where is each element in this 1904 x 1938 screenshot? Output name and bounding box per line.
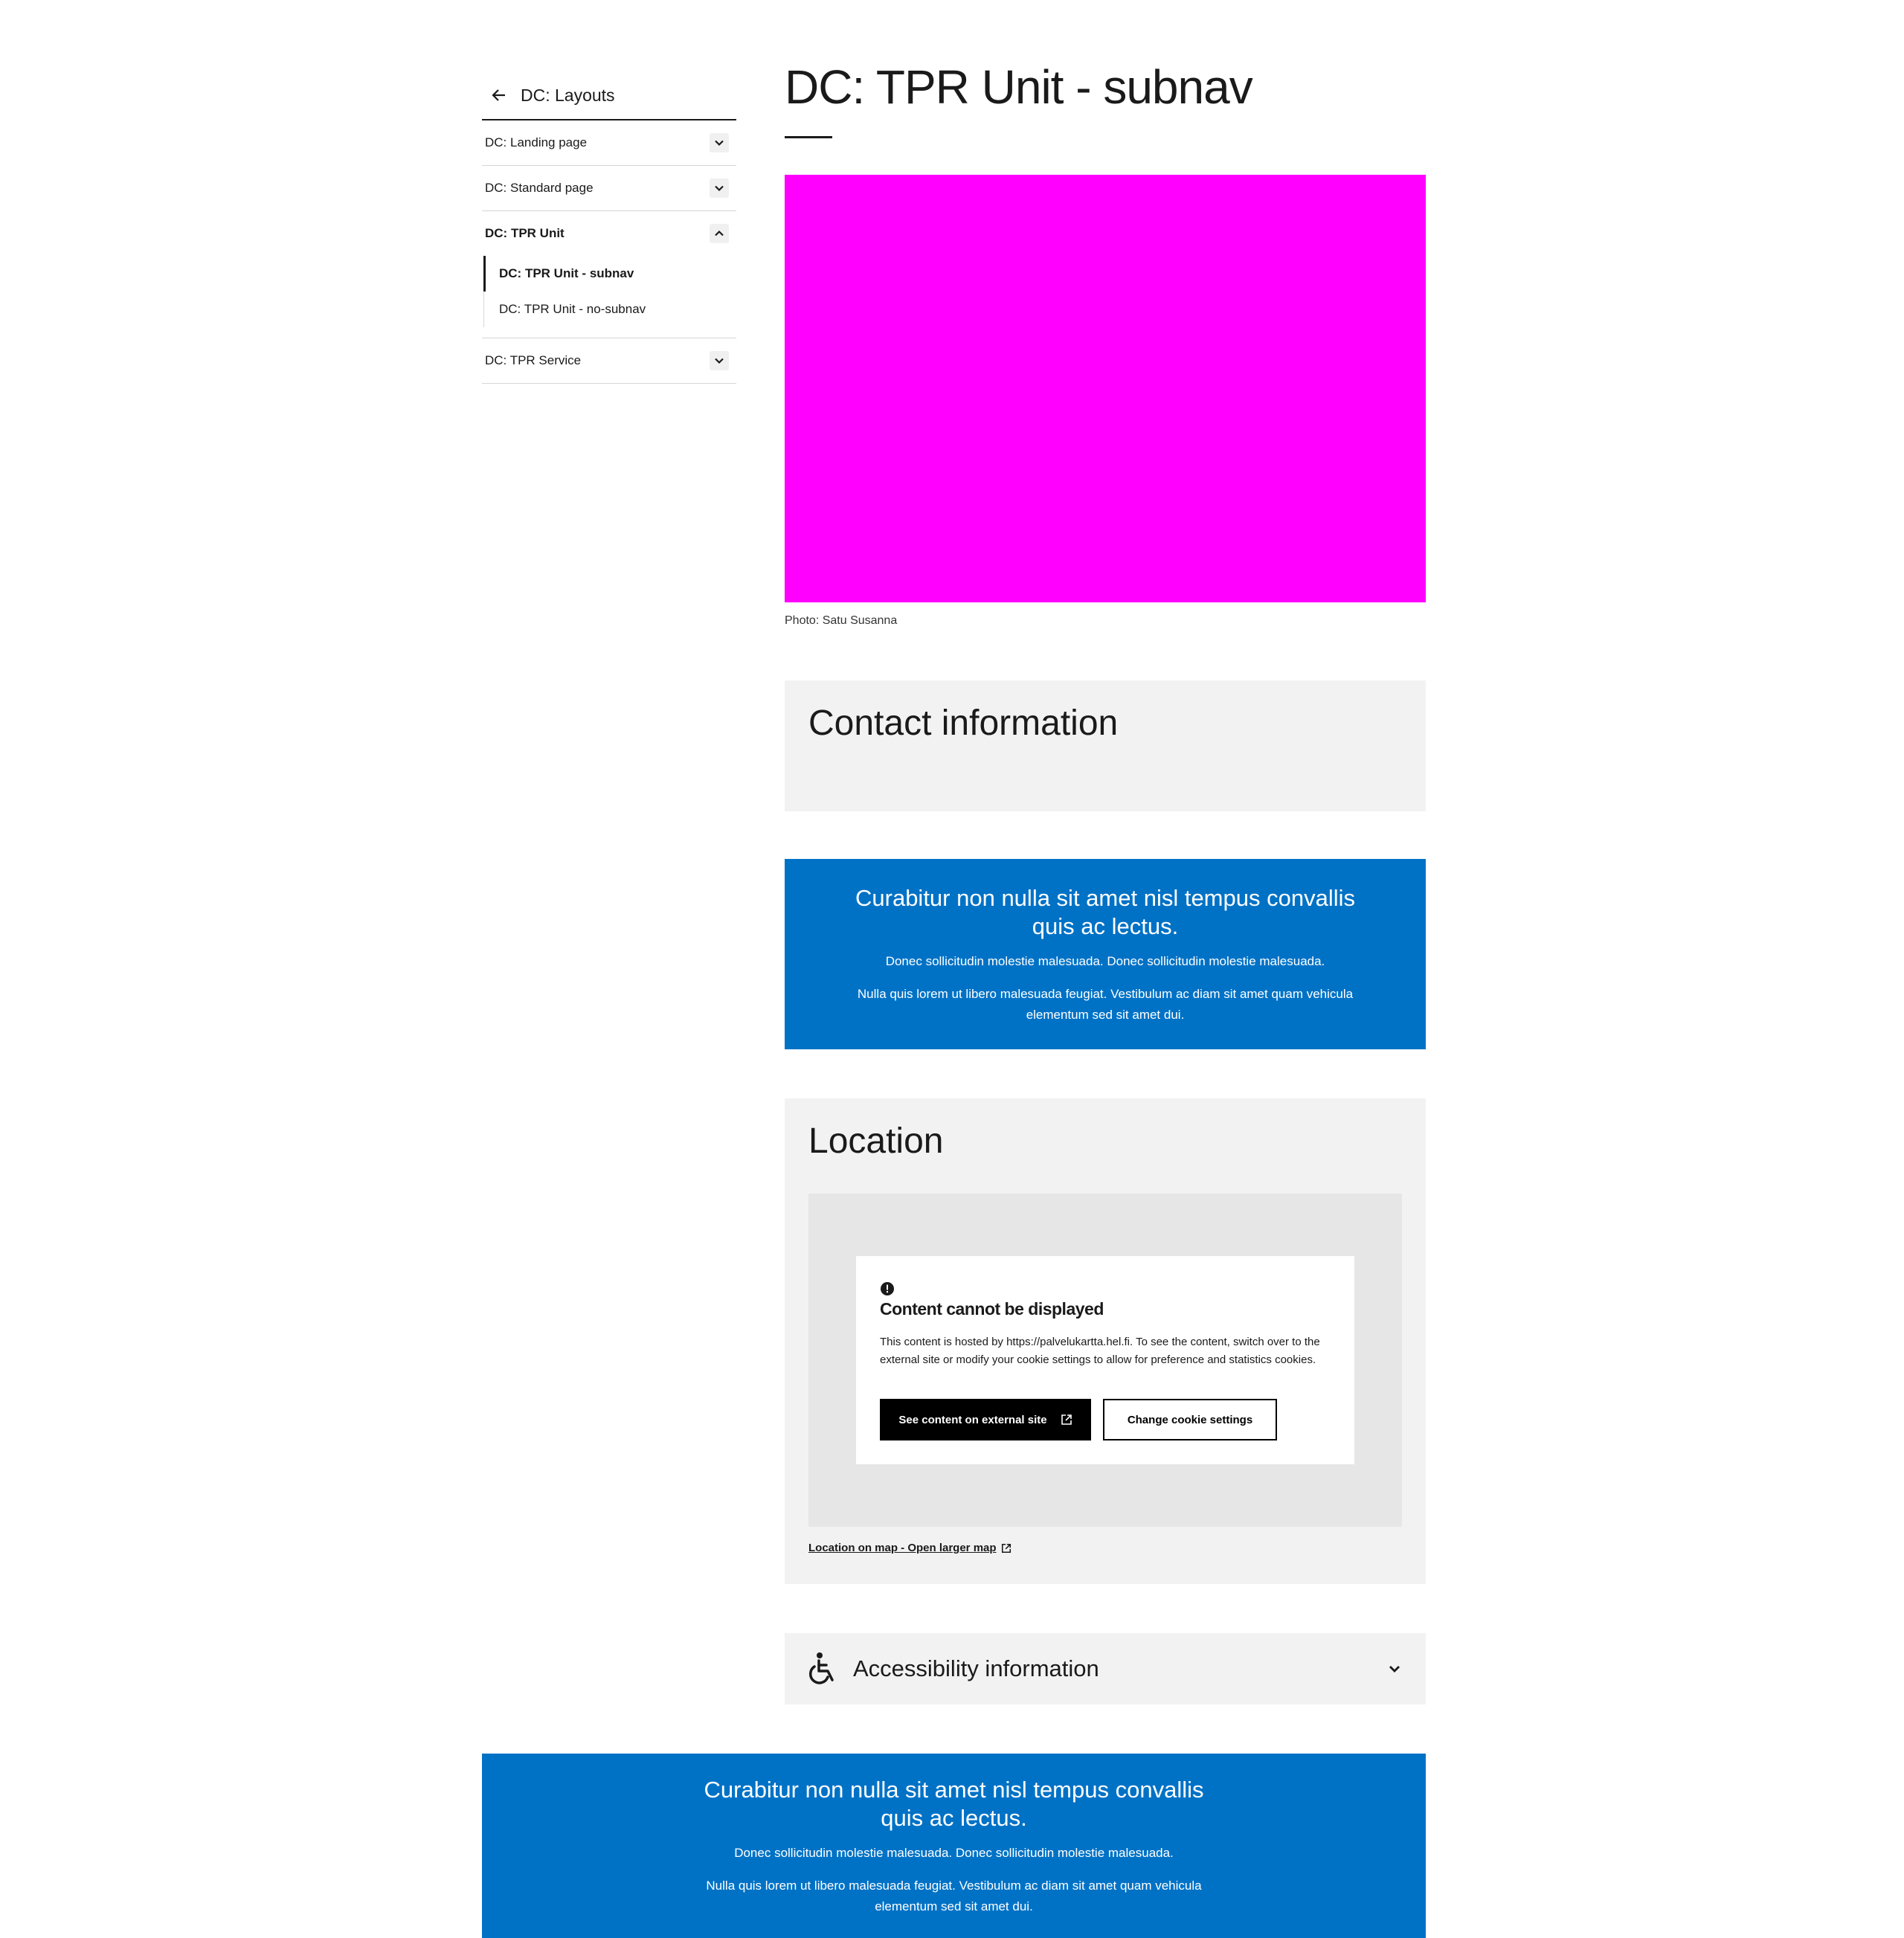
banner-text-1: Donec sollicitudin molestie malesuada. D… (734, 1846, 1174, 1860)
arrow-left-icon (491, 87, 507, 103)
sidebar-item-landing-page[interactable]: DC: Landing page (482, 120, 736, 166)
bottom-info-banner: Curabitur non nulla sit amet nisl tempus… (482, 1754, 1426, 1938)
sidebar-subitem-tpr-unit-subnav[interactable]: DC: TPR Unit - subnav (483, 256, 736, 292)
sidebar-item-label: DC: TPR Unit (485, 226, 565, 240)
sidebar-item-label: DC: TPR Service (485, 353, 582, 367)
side-navigation: DC: Layouts DC: Landing page DC: Standar… (482, 71, 736, 384)
chevron-down-icon[interactable] (1386, 1660, 1403, 1678)
wheelchair-icon (807, 1652, 837, 1686)
title-underline (785, 136, 832, 138)
banner-text-1: Donec sollicitudin molestie malesuada. D… (885, 954, 1325, 968)
location-heading: Location (808, 1121, 944, 1161)
button-label: See content on external site (898, 1413, 1047, 1426)
alert-circle-icon (880, 1281, 895, 1296)
chevron-down-icon[interactable] (710, 351, 729, 370)
photo-caption: Photo: Satu Susanna (785, 614, 898, 627)
hero-image-placeholder (785, 175, 1426, 602)
accessibility-accordion[interactable]: Accessibility information (785, 1633, 1426, 1704)
external-link-icon (1001, 1543, 1012, 1554)
info-banner: Curabitur non nulla sit amet nisl tempus… (785, 859, 1426, 1049)
external-link-icon (1061, 1414, 1072, 1426)
see-content-external-button[interactable]: See content on external site (880, 1399, 1091, 1440)
banner-title: Curabitur non nulla sit amet nisl tempus… (855, 885, 1355, 939)
sidebar-item-tpr-service[interactable]: DC: TPR Service (482, 338, 736, 384)
change-cookie-settings-button[interactable]: Change cookie settings (1103, 1399, 1277, 1440)
sidebar-subitem-label: DC: TPR Unit - subnav (499, 266, 634, 280)
sidebar-item-standard-page[interactable]: DC: Standard page (482, 166, 736, 211)
sidebar-item-label: DC: Landing page (485, 135, 588, 149)
chevron-down-icon[interactable] (710, 133, 729, 152)
chevron-up-icon[interactable] (710, 224, 729, 243)
map-embed-area: Content cannot be displayed This content… (808, 1194, 1402, 1527)
chevron-down-icon[interactable] (710, 178, 729, 198)
back-link[interactable]: DC: Layouts (482, 71, 736, 119)
page-title: DC: TPR Unit - subnav (785, 60, 1253, 114)
back-link-label: DC: Layouts (521, 85, 615, 105)
contact-heading: Contact information (808, 704, 1119, 743)
notice-description: This content is hosted by https://palvel… (880, 1336, 1320, 1366)
sidebar-item-label: DC: Standard page (485, 181, 594, 195)
contact-information-section: Contact information (785, 680, 1426, 811)
banner-title: Curabitur non nulla sit amet nisl tempus… (704, 1777, 1204, 1831)
accessibility-label: Accessibility information (853, 1655, 1099, 1681)
notice-title: Content cannot be displayed (880, 1299, 1104, 1319)
sidebar-subnav: DC: TPR Unit - subnav DC: TPR Unit - no-… (482, 256, 736, 338)
cookie-notice: Content cannot be displayed This content… (856, 1256, 1354, 1464)
sidebar-item-tpr-unit[interactable]: DC: TPR Unit (482, 211, 736, 256)
map-link-label: Location on map - Open larger map (808, 1542, 997, 1554)
sidebar-subitem-tpr-unit-no-subnav[interactable]: DC: TPR Unit - no-subnav (483, 292, 736, 327)
open-larger-map-link[interactable]: Location on map - Open larger map (808, 1542, 1012, 1554)
location-section: Location Content cannot be displayed Thi… (785, 1098, 1426, 1584)
button-label: Change cookie settings (1127, 1413, 1253, 1426)
banner-text-2: Nulla quis lorem ut libero malesuada feu… (706, 1879, 1202, 1913)
banner-text-2: Nulla quis lorem ut libero malesuada feu… (857, 987, 1354, 1022)
sidebar-subitem-label: DC: TPR Unit - no-subnav (499, 302, 646, 316)
